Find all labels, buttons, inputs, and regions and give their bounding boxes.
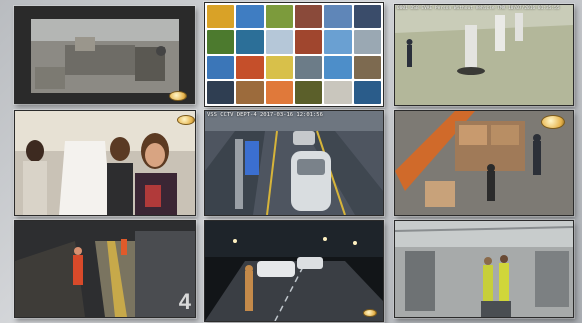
train-platform-scene xyxy=(15,221,195,317)
factory-scene xyxy=(395,221,573,317)
rooftop-scene xyxy=(15,7,194,103)
camera-number: 4 xyxy=(178,289,191,314)
camera-tile-airport-crowd[interactable] xyxy=(14,110,196,216)
camera-status-icon xyxy=(177,115,195,125)
camera-osd-text: 0001 DSB EVAE Person Without Vehicle TMR… xyxy=(397,6,560,11)
camera-status-icon xyxy=(541,115,565,129)
camera-tile-warehouse[interactable] xyxy=(394,110,574,216)
camera-tile-factory[interactable] xyxy=(394,220,574,318)
camera-tile-rooftop[interactable] xyxy=(14,6,195,104)
camera-tile-parking-lot[interactable]: VSS CCTV DEPT-4 2017-03-16 12:01:56 xyxy=(204,110,384,216)
airport-crowd-scene xyxy=(15,111,195,215)
night-road-scene xyxy=(205,221,383,321)
fuel-station-scene xyxy=(395,5,573,105)
camera-status-icon xyxy=(363,309,377,317)
parking-lot-scene xyxy=(205,111,383,215)
camera-tile-fuel-station[interactable]: 0001 DSB EVAE Person Without Vehicle TMR… xyxy=(394,4,574,106)
camera-status-icon xyxy=(169,91,187,101)
camera-tile-mosaic[interactable] xyxy=(204,2,384,107)
camera-tile-night-road[interactable] xyxy=(204,220,384,322)
camera-mosaic-grid xyxy=(205,3,383,106)
camera-osd-text: VSS CCTV DEPT-4 2017-03-16 12:01:56 xyxy=(207,112,323,118)
camera-tile-train-platform[interactable]: 4 xyxy=(14,220,196,318)
